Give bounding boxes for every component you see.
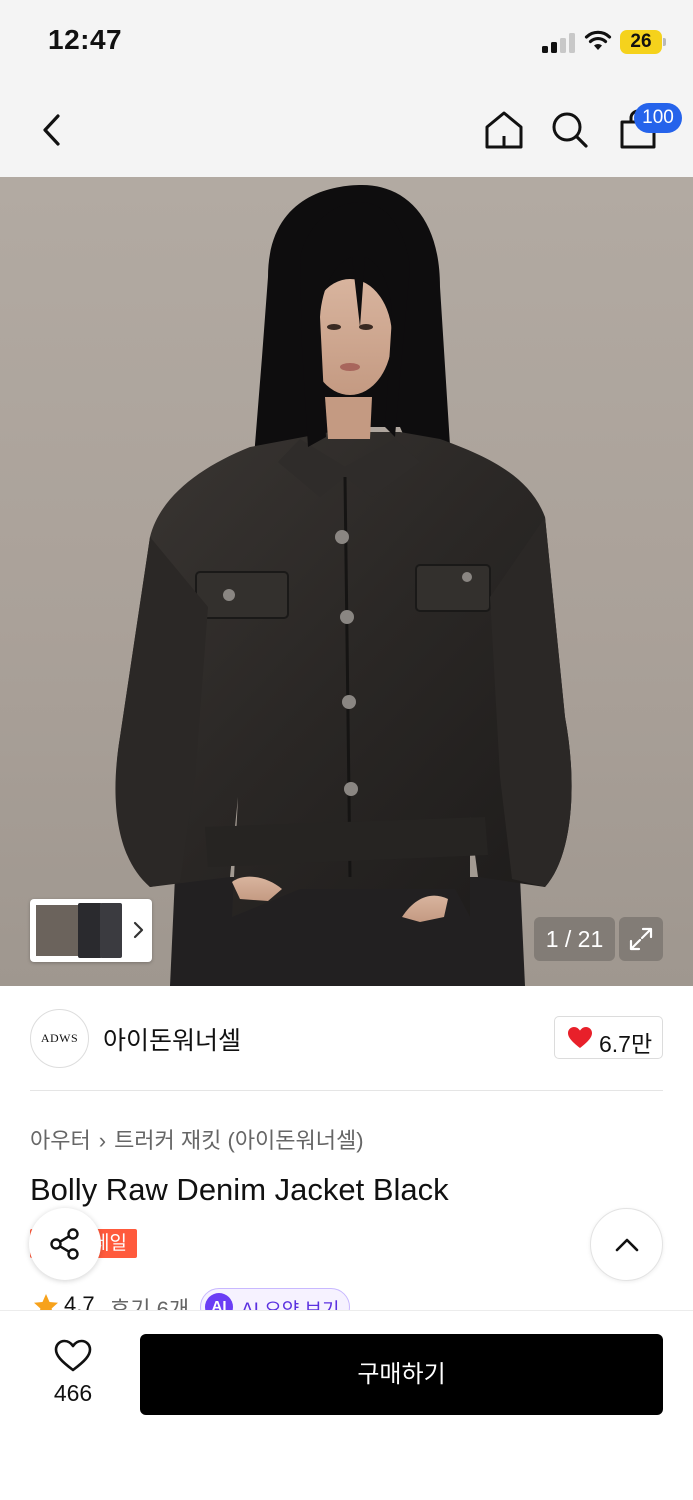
cart-count-badge[interactable]: 100	[634, 103, 682, 133]
product-photo	[115, 185, 572, 986]
rating-row: 4.7 후기 6개 AI AI 요약 보기	[30, 1288, 690, 1312]
breadcrumb-subcategory[interactable]: 트러커 재킷 (아이돈워너셀)	[114, 1128, 364, 1153]
buy-button[interactable]: 구매하기	[140, 1334, 663, 1415]
brand-logo[interactable]: ADWS	[30, 1009, 89, 1068]
product-detail-page: 12:47 26 100 1 / 21 ADWS 아이돈워너셀 6.7만 아우터…	[0, 0, 693, 1500]
wishlist-count: 466	[53, 1380, 93, 1406]
star-icon	[34, 1294, 58, 1312]
thumbnail-strip[interactable]	[30, 899, 152, 962]
thumbnail-1[interactable]	[34, 903, 80, 958]
expand-icon	[629, 927, 653, 951]
thumbnail-3[interactable]	[100, 903, 122, 958]
scroll-top-button[interactable]	[590, 1208, 663, 1281]
divider	[30, 1090, 663, 1091]
rating-value: 4.7	[64, 1292, 95, 1312]
status-time: 12:47	[48, 24, 123, 55]
product-name: Bolly Raw Denim Jacket Black	[30, 1172, 449, 1207]
battery-level: 26	[630, 31, 652, 52]
share-icon	[50, 1228, 79, 1260]
review-count[interactable]: 후기 6개	[110, 1292, 189, 1312]
share-button[interactable]	[29, 1208, 101, 1280]
product-image-gallery[interactable]: 1 / 21	[0, 177, 693, 986]
cellular-signal-icon	[542, 33, 576, 53]
chevron-right-icon[interactable]	[129, 918, 147, 942]
brand-like-count: 6.7만	[599, 1031, 653, 1057]
battery-icon: 26	[620, 30, 666, 54]
brand-name[interactable]: 아이돈워너셀	[103, 1021, 241, 1057]
back-icon[interactable]	[28, 106, 76, 154]
heart-outline-icon[interactable]	[53, 1338, 93, 1374]
expand-button[interactable]	[619, 917, 663, 961]
status-bar: 12:47 26	[0, 0, 693, 86]
chevron-right-icon: ›	[98, 1128, 107, 1153]
breadcrumb: 아우터 › 트러커 재킷 (아이돈워너셀)	[30, 1123, 364, 1155]
chevron-up-icon	[615, 1238, 639, 1252]
wifi-icon	[584, 30, 612, 50]
home-icon[interactable]	[480, 106, 528, 154]
thumbnail-2[interactable]	[78, 903, 102, 958]
search-icon[interactable]	[546, 106, 594, 154]
ai-summary-button[interactable]: AI AI 요약 보기	[200, 1288, 350, 1312]
image-counter: 1 / 21	[534, 917, 615, 961]
brand-like-button[interactable]: 6.7만	[554, 1016, 663, 1059]
top-navigation-bar	[0, 86, 693, 177]
heart-icon	[568, 1027, 592, 1048]
breadcrumb-category[interactable]: 아우터	[30, 1128, 91, 1153]
